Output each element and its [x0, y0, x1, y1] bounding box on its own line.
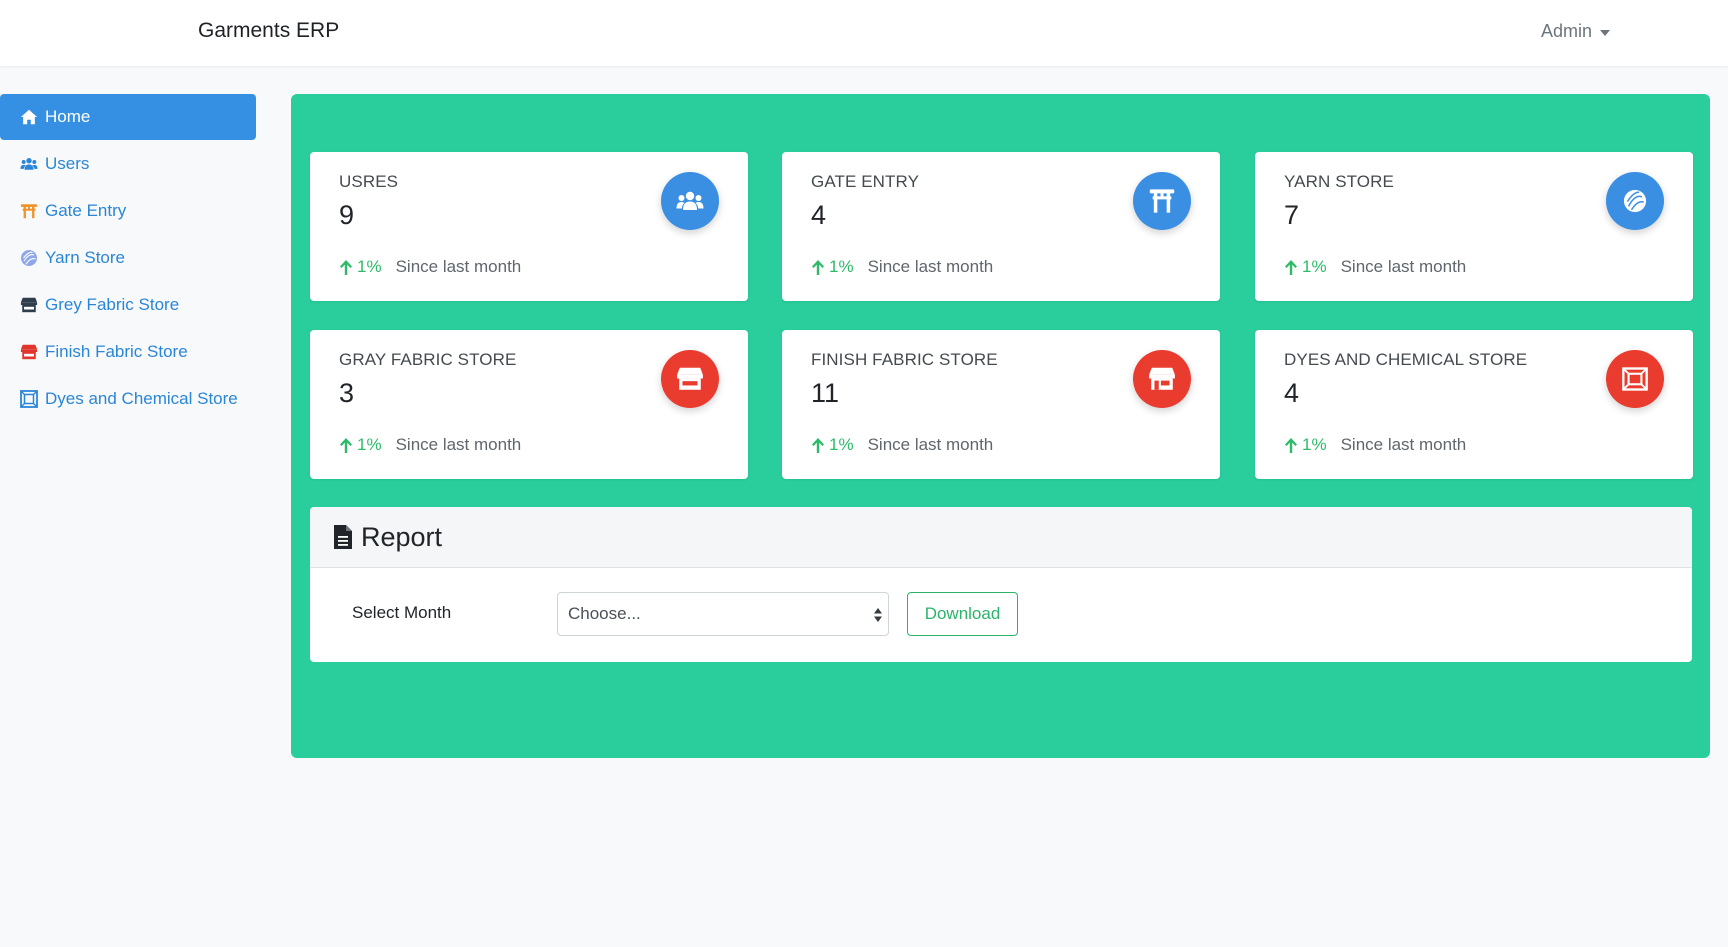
trend-percent: 1% [1302, 257, 1327, 276]
home-icon [19, 108, 39, 126]
torii-gate-icon [19, 202, 39, 220]
canvas-icon [19, 390, 39, 408]
trend-text: Since last month [1340, 257, 1467, 276]
sidebar-item-grey-fabric-store[interactable]: Grey Fabric Store [0, 282, 256, 328]
file-alt-icon [334, 525, 352, 549]
trend-text: Since last month [867, 435, 994, 454]
yarn-icon [1606, 172, 1664, 230]
stat-card-gray-fabric-store[interactable]: GRAY FABRIC STORE 3 1% Since last month [310, 330, 748, 479]
stat-card-finish-fabric-store[interactable]: FINISH FABRIC STORE 11 1% Since last mon… [782, 330, 1220, 479]
report-card: Report Select Month Choose... Download [310, 507, 1692, 662]
sidebar-item-label: Grey Fabric Store [45, 295, 180, 314]
card-title: DYES AND CHEMICAL STORE [1284, 350, 1528, 369]
stat-card-dyes-and-chemical-store[interactable]: DYES AND CHEMICAL STORE 4 1% Since last … [1255, 330, 1693, 479]
canvas-icon [1606, 350, 1664, 408]
stat-card-gate-entry[interactable]: GATE ENTRY 4 1% Since last month [782, 152, 1220, 301]
card-trend: 1% Since last month [810, 435, 993, 455]
stat-card-yarn-store[interactable]: YARN STORE 7 1% Since last month [1255, 152, 1693, 301]
store-icon [19, 343, 39, 361]
card-title: GATE ENTRY [811, 172, 920, 191]
select-value: Choose... [568, 604, 641, 623]
sidebar-item-label: Dyes and Chemical Store [45, 389, 238, 408]
caret-down-icon [1600, 29, 1610, 36]
card-value: 11 [811, 378, 840, 408]
card-title: USRES [339, 172, 399, 191]
sidebar-item-gate-entry[interactable]: Gate Entry [0, 188, 256, 234]
trend-text: Since last month [867, 257, 994, 276]
sidebar-item-finish-fabric-store[interactable]: Finish Fabric Store [0, 329, 256, 375]
card-value: 7 [1284, 200, 1300, 230]
card-value: 4 [1284, 378, 1300, 408]
card-value: 9 [339, 200, 355, 230]
store-icon [19, 296, 39, 314]
sidebar-item-home[interactable]: Home [0, 94, 256, 140]
sidebar: Home Users Gate Entry Yarn Store Grey Fa… [0, 94, 256, 423]
brand-name[interactable]: Garments ERP [198, 19, 339, 43]
card-trend: 1% Since last month [1283, 435, 1466, 455]
sidebar-item-label: Yarn Store [45, 248, 126, 267]
trend-percent: 1% [1302, 435, 1327, 454]
trend-text: Since last month [395, 257, 522, 276]
card-title: GRAY FABRIC STORE [339, 350, 517, 369]
trend-percent: 1% [357, 257, 382, 276]
sidebar-item-label: Finish Fabric Store [45, 342, 188, 361]
card-title: FINISH FABRIC STORE [811, 350, 998, 369]
arrow-up-icon [340, 437, 352, 453]
month-select[interactable]: Choose... [557, 592, 889, 636]
sidebar-item-label: Gate Entry [45, 201, 127, 220]
trend-percent: 1% [829, 257, 854, 276]
sidebar-item-label: Home [45, 107, 91, 126]
download-button[interactable]: Download [907, 592, 1018, 636]
arrow-up-icon [340, 259, 352, 275]
trend-percent: 1% [829, 435, 854, 454]
select-month-label: Select Month [352, 603, 452, 622]
yarn-icon [19, 249, 39, 267]
arrow-up-icon [1285, 437, 1297, 453]
card-trend: 1% Since last month [338, 257, 521, 277]
card-trend: 1% Since last month [338, 435, 521, 455]
sidebar-item-yarn-store[interactable]: Yarn Store [0, 235, 256, 281]
arrow-up-icon [812, 259, 824, 275]
arrow-up-icon [1285, 259, 1297, 275]
store-icon [1133, 350, 1191, 408]
top-navbar: Garments ERP Admin [0, 0, 1728, 66]
user-name: Admin [1540, 21, 1592, 41]
trend-text: Since last month [1340, 435, 1467, 454]
card-trend: 1% Since last month [810, 257, 993, 277]
card-title: YARN STORE [1284, 172, 1394, 191]
sidebar-item-dyes-and-chemical-store[interactable]: Dyes and Chemical Store [0, 376, 256, 422]
sidebar-item-label: Users [45, 154, 90, 173]
stat-card-users[interactable]: USRES 9 1% Since last month [310, 152, 748, 301]
select-arrows-icon [874, 608, 882, 622]
card-trend: 1% Since last month [1283, 257, 1466, 277]
card-value: 3 [339, 378, 355, 408]
report-header: Report [310, 507, 1692, 568]
trend-percent: 1% [357, 435, 382, 454]
sidebar-item-users[interactable]: Users [0, 141, 256, 187]
user-menu-dropdown[interactable]: Admin [1541, 21, 1610, 42]
store-icon [661, 350, 719, 408]
users-icon [19, 155, 39, 173]
trend-text: Since last month [395, 435, 522, 454]
card-value: 4 [811, 200, 827, 230]
report-title: Report [361, 521, 443, 552]
report-body: Select Month Choose... Download [310, 568, 1692, 662]
torii-gate-icon [1133, 172, 1191, 230]
users-icon [661, 172, 719, 230]
arrow-up-icon [812, 437, 824, 453]
